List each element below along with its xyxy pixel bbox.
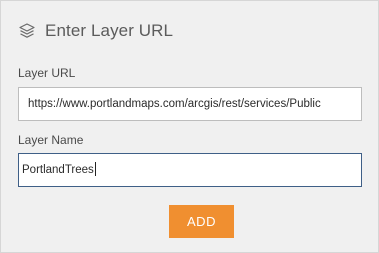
layer-url-label: Layer URL <box>18 66 76 80</box>
layer-name-input[interactable]: PortlandTrees <box>18 153 362 187</box>
layer-url-value: https://www.portlandmaps.com/arcgis/rest… <box>28 98 321 110</box>
layer-url-input[interactable]: https://www.portlandmaps.com/arcgis/rest… <box>18 87 362 121</box>
panel-header: Enter Layer URL <box>18 19 173 43</box>
enter-layer-url-panel: Enter Layer URL Layer URL https://www.po… <box>0 0 379 253</box>
text-caret <box>94 162 96 176</box>
layer-name-label: Layer Name <box>18 133 84 147</box>
panel-title: Enter Layer URL <box>45 21 174 40</box>
add-button[interactable]: ADD <box>169 205 234 238</box>
layers-icon <box>18 22 36 40</box>
layer-name-value: PortlandTrees <box>22 164 94 176</box>
